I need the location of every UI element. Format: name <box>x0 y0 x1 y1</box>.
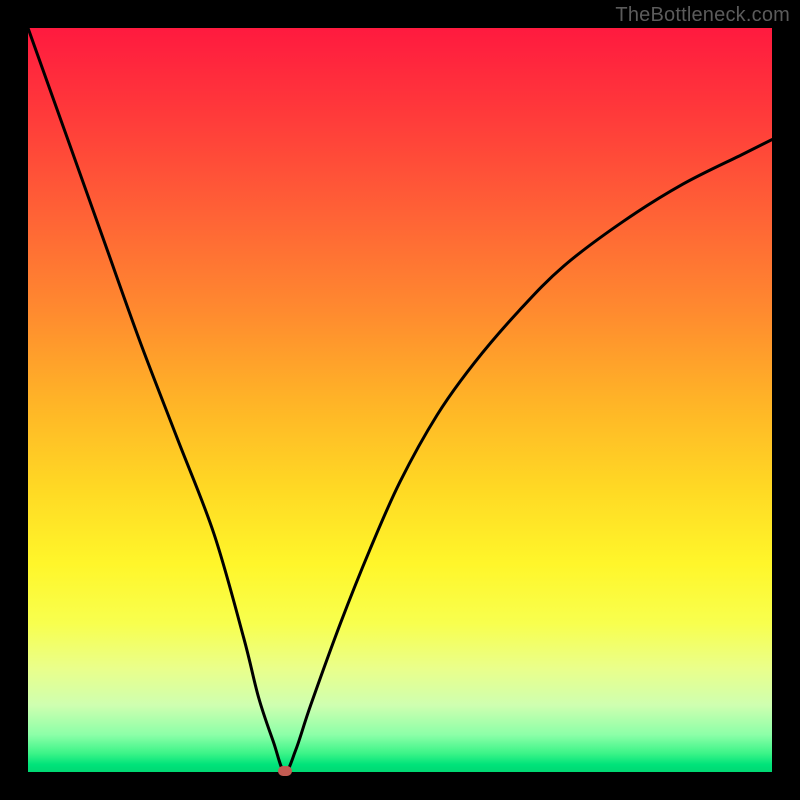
minimum-marker <box>278 766 292 776</box>
chart-frame: TheBottleneck.com <box>0 0 800 800</box>
gradient-background <box>28 28 772 772</box>
plot-svg <box>28 28 772 772</box>
watermark-text: TheBottleneck.com <box>615 4 790 27</box>
plot-area <box>28 28 772 772</box>
